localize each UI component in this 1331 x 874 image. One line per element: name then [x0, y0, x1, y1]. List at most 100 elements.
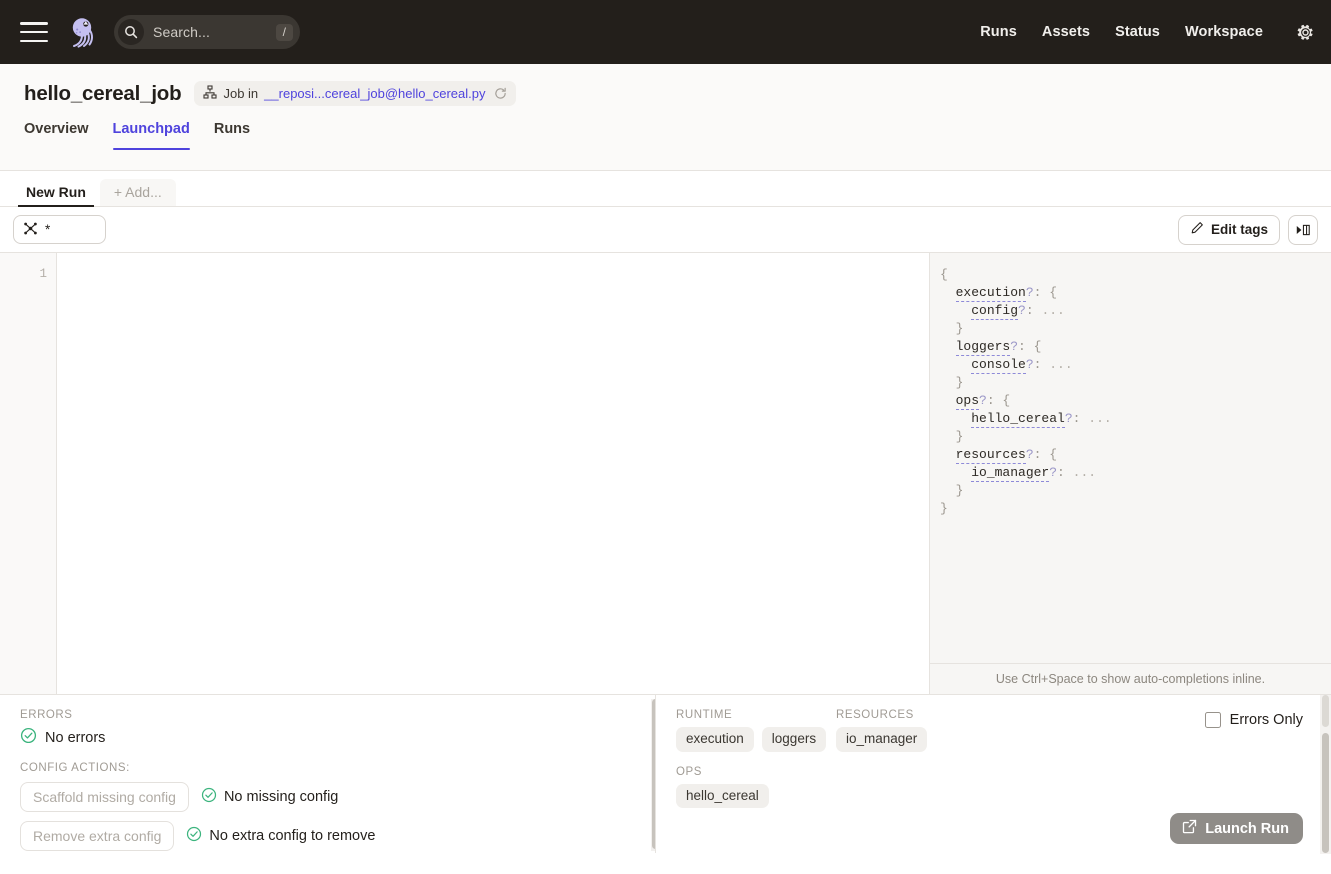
nav-link-runs[interactable]: Runs: [980, 24, 1017, 40]
schema-line: }: [940, 500, 1331, 518]
editor-line-numbers: 1: [0, 253, 57, 694]
schema-line: {: [940, 266, 1331, 284]
page-scrollbar[interactable]: [1320, 695, 1331, 854]
job-location-badge: Job in __reposi...cereal_job@hello_cerea…: [194, 81, 515, 106]
ops-pill-row: hello_cereal: [676, 784, 1331, 809]
op-selection-icon: [23, 221, 38, 239]
launchpad-bottom-panel: ERRORS No errors CONFIG ACTIONS: Scaffol…: [0, 694, 1331, 853]
session-tab-new-run[interactable]: New Run: [12, 179, 100, 206]
page-header: hello_cereal_job Job in __reposi...cerea…: [0, 64, 1331, 171]
schema-line: }: [940, 374, 1331, 392]
runtime-label: RUNTIME: [676, 709, 836, 721]
scaffold-note-text: No missing config: [224, 789, 338, 805]
resources-pill-io-manager[interactable]: io_manager: [836, 727, 927, 752]
schema-key[interactable]: config: [971, 303, 1018, 320]
tab-launchpad[interactable]: Launchpad: [113, 121, 190, 150]
schema-line: resources?: {: [940, 446, 1331, 464]
top-navigation-bar: Search... / Runs Assets Status Workspace: [0, 0, 1331, 64]
errors-only-label: Errors Only: [1230, 712, 1303, 728]
schema-key[interactable]: hello_cereal: [971, 411, 1065, 428]
launchpad-editor-split: 1 { execution?: { config?: ... } loggers…: [0, 253, 1331, 694]
job-badge-link[interactable]: __reposi...cereal_job@hello_cereal.py: [264, 86, 485, 101]
schema-line: }: [940, 428, 1331, 446]
tab-overview[interactable]: Overview: [24, 121, 89, 150]
schema-line: ops?: {: [940, 392, 1331, 410]
errors-panel: ERRORS No errors CONFIG ACTIONS: Scaffol…: [0, 695, 655, 853]
search-shortcut-badge: /: [276, 24, 293, 41]
schema-key[interactable]: console: [971, 357, 1026, 374]
search-icon: [118, 19, 144, 45]
search-placeholder: Search...: [144, 24, 276, 40]
top-nav-links: Runs Assets Status Workspace: [980, 23, 1315, 42]
nav-link-status[interactable]: Status: [1115, 24, 1160, 40]
toggle-side-panel-icon[interactable]: [1288, 215, 1318, 245]
nav-link-workspace[interactable]: Workspace: [1185, 24, 1263, 40]
launch-run-button[interactable]: Launch Run: [1170, 813, 1303, 844]
job-badge-prefix: Job in: [223, 86, 258, 101]
ops-column: OPS hello_cereal: [676, 766, 1331, 809]
ops-pill-hello-cereal[interactable]: hello_cereal: [676, 784, 769, 809]
edit-tags-label: Edit tags: [1211, 222, 1268, 237]
runtime-pill-row: execution loggers: [676, 727, 836, 752]
session-tab-add[interactable]: + Add...: [100, 179, 176, 206]
schema-line: config?: ...: [940, 302, 1331, 320]
schema-key[interactable]: resources: [956, 447, 1026, 464]
pencil-icon: [1190, 221, 1204, 238]
config-editor-pane: 1: [0, 253, 930, 694]
schema-key[interactable]: execution: [956, 285, 1026, 302]
refresh-icon[interactable]: [494, 87, 507, 100]
checkbox-box[interactable]: [1205, 712, 1221, 728]
nav-link-assets[interactable]: Assets: [1042, 24, 1090, 40]
schema-key[interactable]: io_manager: [971, 465, 1049, 482]
schema-key[interactable]: ops: [956, 393, 979, 410]
launch-run-label: Launch Run: [1205, 821, 1289, 837]
schema-line: }: [940, 482, 1331, 500]
errors-only-checkbox[interactable]: Errors Only: [1205, 712, 1303, 728]
schema-line: loggers?: {: [940, 338, 1331, 356]
tab-runs[interactable]: Runs: [214, 121, 250, 150]
config-actions-label: CONFIG ACTIONS:: [20, 762, 637, 774]
schema-key[interactable]: loggers: [956, 339, 1011, 356]
session-tab-bar: New Run + Add...: [0, 171, 1331, 207]
gear-icon[interactable]: [1296, 23, 1315, 42]
check-circle-icon: [186, 826, 202, 846]
config-schema-pane: { execution?: { config?: ... } loggers?:…: [930, 253, 1331, 694]
op-selection-button[interactable]: *: [13, 215, 106, 244]
external-link-icon: [1182, 819, 1197, 838]
config-summary-panel: RUNTIME execution loggers RESOURCES io_m…: [655, 695, 1331, 853]
check-circle-icon: [20, 727, 37, 748]
check-circle-icon: [201, 787, 217, 807]
hamburger-icon[interactable]: [20, 22, 48, 42]
runtime-pill-loggers[interactable]: loggers: [762, 727, 826, 752]
launchpad-toolbar: * Edit tags: [0, 207, 1331, 253]
schema-line: }: [940, 320, 1331, 338]
op-selection-value: *: [45, 222, 50, 237]
errors-section-label: ERRORS: [20, 709, 637, 721]
schema-line: execution?: {: [940, 284, 1331, 302]
resources-pill-row: io_manager: [836, 727, 1076, 752]
scaffold-missing-config-button[interactable]: Scaffold missing config: [20, 782, 189, 812]
title-row: hello_cereal_job Job in __reposi...cerea…: [24, 64, 1307, 106]
resources-label: RESOURCES: [836, 709, 1076, 721]
runtime-pill-execution[interactable]: execution: [676, 727, 754, 752]
runtime-column: RUNTIME execution loggers: [676, 709, 836, 752]
search-input[interactable]: Search... /: [114, 15, 300, 49]
remove-extra-config-row: Remove extra config No extra config to r…: [20, 821, 637, 851]
autocomplete-hint: Use Ctrl+Space to show auto-completions …: [930, 663, 1331, 694]
remove-extra-config-note: No extra config to remove: [186, 826, 375, 846]
ops-label: OPS: [676, 766, 1331, 778]
edit-tags-button[interactable]: Edit tags: [1178, 215, 1280, 245]
job-graph-icon: [203, 85, 217, 102]
remove-note-text: No extra config to remove: [209, 828, 375, 844]
config-yaml-editor[interactable]: [57, 253, 929, 694]
schema-line: console?: ...: [940, 356, 1331, 374]
schema-line: hello_cereal?: ...: [940, 410, 1331, 428]
scaffold-missing-config-note: No missing config: [201, 787, 338, 807]
remove-extra-config-button[interactable]: Remove extra config: [20, 821, 174, 851]
config-schema-outline: { execution?: { config?: ... } loggers?:…: [930, 253, 1331, 663]
page-title: hello_cereal_job: [24, 82, 181, 106]
toolbar-actions: Edit tags: [1178, 215, 1318, 245]
dagster-logo[interactable]: [62, 12, 102, 52]
resources-column: RESOURCES io_manager: [836, 709, 1076, 752]
errors-status-text: No errors: [45, 730, 105, 746]
